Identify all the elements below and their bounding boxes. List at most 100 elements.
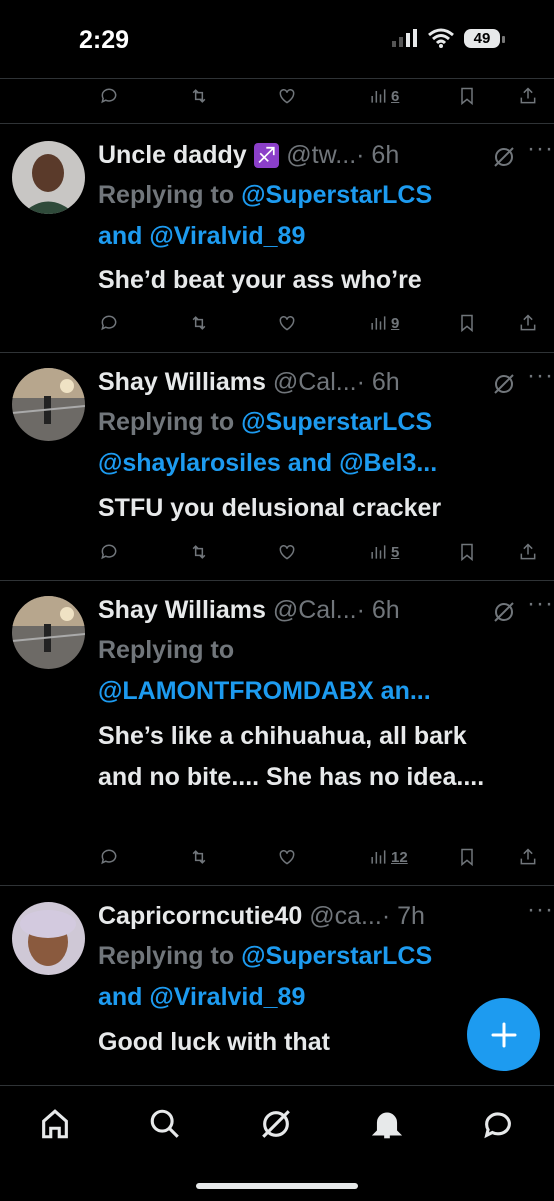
reply-button[interactable] <box>99 847 119 867</box>
share-button[interactable] <box>518 313 538 333</box>
cellular-signal-icon <box>392 29 417 47</box>
bookmark-icon <box>461 848 473 867</box>
share-button[interactable] <box>518 847 538 867</box>
and-label: and <box>98 222 150 250</box>
tweet-time: · 6h <box>356 596 400 624</box>
tweet-header: Shay Williams @Cal...· 6h <box>98 596 538 628</box>
and-label: and <box>98 983 150 1011</box>
more-options-button[interactable]: ··· <box>527 896 554 924</box>
more-options-button[interactable]: ··· <box>527 590 554 618</box>
tab-notifications[interactable] <box>367 1104 407 1144</box>
user-handle[interactable]: @tw... <box>286 141 356 169</box>
like-button[interactable] <box>277 313 297 333</box>
mention-link[interactable]: @Viralvid_89 <box>149 222 305 250</box>
battery-indicator: 49 <box>464 28 505 48</box>
views-count: 12 <box>391 848 408 866</box>
like-button[interactable] <box>277 542 297 562</box>
mention-link[interactable]: @Viralvid_89 <box>149 983 305 1011</box>
more-options-button[interactable]: ··· <box>527 135 554 163</box>
replying-to: Replying to @SuperstarLCS @shaylarosiles… <box>98 402 528 484</box>
mention-link[interactable]: @SuperstarLCS <box>241 408 432 436</box>
views-chart-icon <box>371 89 386 103</box>
replying-to: Replying to @LAMONTFROMDABX an... <box>98 630 528 712</box>
share-icon <box>520 543 536 560</box>
display-name[interactable]: Capricorncutie40 <box>98 902 302 930</box>
tweet-header: Shay Williams @Cal...· 6h <box>98 368 538 400</box>
share-icon <box>520 848 536 865</box>
bookmark-icon <box>461 314 473 333</box>
reply-icon <box>101 88 117 104</box>
search-icon <box>150 1109 179 1138</box>
reply-button[interactable] <box>99 542 119 562</box>
views-button[interactable]: 9 <box>368 313 399 333</box>
bookmark-button[interactable] <box>457 542 477 562</box>
tab-messages[interactable] <box>478 1104 518 1144</box>
user-handle[interactable]: @Cal... <box>273 596 357 624</box>
divider <box>0 885 554 886</box>
repost-button[interactable] <box>189 313 209 333</box>
tweet-time: · 6h <box>356 368 400 396</box>
tweet-header: Capricorncutie40 @ca...· 7h <box>98 902 538 934</box>
views-chart-icon <box>371 545 386 559</box>
views-count: 5 <box>391 543 400 561</box>
mention-link[interactable]: @SuperstarLCS <box>241 942 432 970</box>
repost-icon <box>192 316 206 330</box>
mention-link[interactable]: @Bel3... <box>339 449 437 477</box>
user-handle[interactable]: @ca... <box>309 902 382 930</box>
mention-link[interactable]: @LAMONTFROMDABX an... <box>98 677 431 705</box>
display-name[interactable]: Uncle daddy <box>98 141 247 169</box>
bookmark-button[interactable] <box>457 847 477 867</box>
avatar[interactable] <box>12 368 85 441</box>
divider <box>0 580 554 581</box>
status-time: 2:29 <box>79 26 130 54</box>
reply-button[interactable] <box>99 86 119 106</box>
share-button[interactable] <box>518 542 538 562</box>
avatar[interactable] <box>12 902 85 975</box>
divider <box>0 352 554 353</box>
heart-icon <box>279 849 295 865</box>
avatar[interactable] <box>12 141 85 214</box>
share-button[interactable] <box>518 86 538 106</box>
reply-icon <box>101 315 117 331</box>
bookmark-button[interactable] <box>457 86 477 106</box>
mention-link[interactable]: @SuperstarLCS <box>241 181 432 209</box>
reply-icon <box>101 849 117 865</box>
tweet-actions-top: 6 <box>0 86 554 116</box>
tab-home[interactable] <box>35 1104 75 1144</box>
share-icon <box>520 87 536 104</box>
zodiac-emoji: ♐ <box>253 143 280 168</box>
heart-icon <box>279 88 295 104</box>
share-icon <box>520 314 536 331</box>
replying-to-label: Replying to <box>98 636 235 664</box>
more-options-button[interactable]: ··· <box>527 362 554 390</box>
bookmark-button[interactable] <box>457 313 477 333</box>
wifi-icon <box>428 28 454 48</box>
repost-button[interactable] <box>189 86 209 106</box>
replying-to-label: Replying to <box>98 181 242 209</box>
mention-link[interactable]: @shaylarosiles <box>98 449 281 477</box>
plus-icon <box>491 1022 516 1047</box>
grok-icon[interactable] <box>492 372 516 396</box>
repost-button[interactable] <box>189 847 209 867</box>
views-button[interactable]: 6 <box>368 86 399 106</box>
tweet-time: · 6h <box>356 141 400 169</box>
user-handle[interactable]: @Cal... <box>273 368 357 396</box>
like-button[interactable] <box>277 86 297 106</box>
tab-search[interactable] <box>145 1104 185 1144</box>
like-button[interactable] <box>277 847 297 867</box>
views-count: 9 <box>391 314 400 332</box>
views-button[interactable]: 12 <box>368 847 408 867</box>
grok-icon[interactable] <box>492 145 516 169</box>
tab-grok[interactable] <box>256 1104 296 1144</box>
display-name[interactable]: Shay Williams <box>98 368 266 396</box>
views-button[interactable]: 5 <box>368 542 399 562</box>
replying-to: Replying to @SuperstarLCS and @Viralvid_… <box>98 936 528 1018</box>
avatar[interactable] <box>12 596 85 669</box>
reply-button[interactable] <box>99 313 119 333</box>
repost-button[interactable] <box>189 542 209 562</box>
bookmark-icon <box>461 87 473 106</box>
display-name[interactable]: Shay Williams <box>98 596 266 624</box>
grok-icon[interactable] <box>492 600 516 624</box>
compose-post-button[interactable] <box>467 998 540 1071</box>
tweet-text: STFU you delusional cracker <box>98 494 442 522</box>
